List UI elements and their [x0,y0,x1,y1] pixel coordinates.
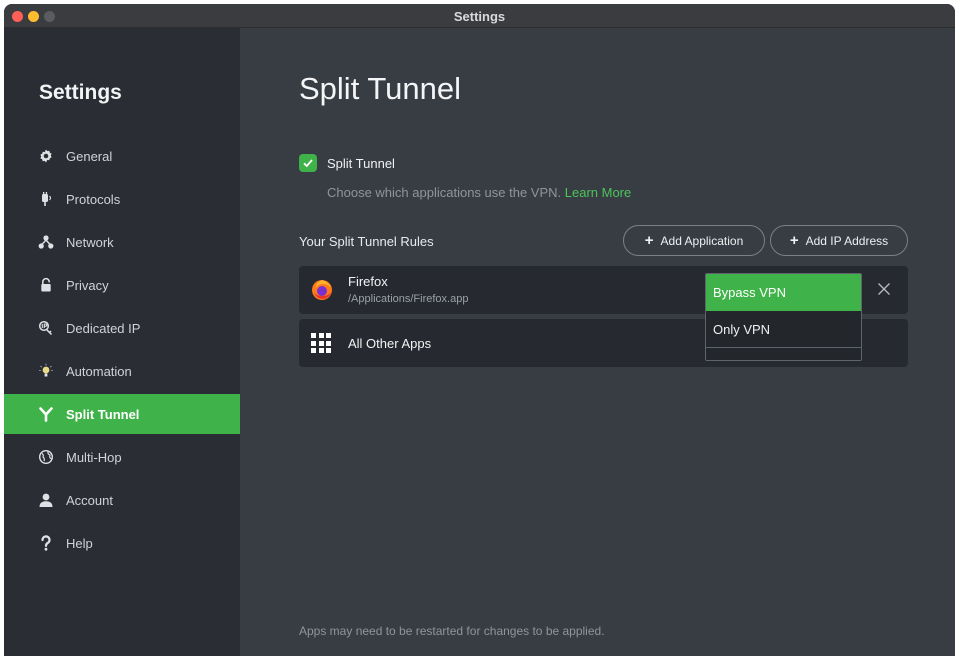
sidebar-item-split-tunnel[interactable]: Split Tunnel [4,394,240,434]
add-ip-address-button[interactable]: + Add IP Address [770,225,908,256]
dedicated-ip-icon [36,318,56,338]
remove-rule-button[interactable] [875,280,893,298]
plus-icon: + [789,232,799,249]
vpn-mode-dropdown[interactable]: Bypass VPN Only VPN [705,273,862,361]
sidebar-item-account[interactable]: Account [4,480,240,520]
sidebar-item-label: Account [66,492,113,508]
checkmark-icon [303,159,313,168]
add-ip-address-label: Add IP Address [805,233,889,248]
sidebar-title: Settings [39,81,122,104]
sidebar-item-label: Protocols [66,191,121,207]
sidebar-item-dedicated-ip[interactable]: Dedicated IP [4,308,240,348]
sidebar-item-help[interactable]: Help [4,523,240,563]
question-icon [36,533,56,553]
sidebar-item-label: Network [66,234,114,250]
split-tunnel-description: Choose which applications use the VPN. L… [327,185,631,200]
sidebar-item-label: Automation [66,363,132,379]
gear-icon [36,146,56,166]
add-application-label: Add Application [660,233,744,248]
grid-icon [311,333,331,353]
close-icon [878,283,890,295]
plus-icon: + [644,232,654,249]
rule-app-name: All Other Apps [348,336,432,351]
title-bar: Settings [4,4,955,28]
main-panel: Split Tunnel Split Tunnel Choose which a… [240,28,955,656]
sidebar-item-automation[interactable]: Automation [4,351,240,391]
sidebar-item-label: Help [66,535,93,551]
firefox-icon [311,279,333,301]
sidebar-item-label: Dedicated IP [66,320,141,336]
description-text: Choose which applications use the VPN. [327,185,562,200]
dropdown-option-only-vpn[interactable]: Only VPN [706,311,861,348]
page-title: Split Tunnel [299,71,461,106]
split-tunnel-checkbox[interactable] [299,154,317,172]
sidebar-item-label: Split Tunnel [66,406,140,422]
person-icon [36,490,56,510]
sidebar: Settings General Protocols Network Priva… [4,28,240,656]
window-title: Settings [453,9,506,24]
split-tunnel-rules-label: Your Split Tunnel Rules [299,234,434,249]
sidebar-item-protocols[interactable]: Protocols [4,179,240,219]
sidebar-item-label: Privacy [66,277,109,293]
sidebar-item-multi-hop[interactable]: Multi-Hop [4,437,240,477]
restart-note: Apps may need to be restarted for change… [299,624,605,638]
sidebar-item-privacy[interactable]: Privacy [4,265,240,305]
dropdown-option-bypass-vpn[interactable]: Bypass VPN [706,274,861,311]
sidebar-item-network[interactable]: Network [4,222,240,262]
network-icon [36,232,56,252]
protocols-icon [36,189,56,209]
split-tunnel-icon [36,404,56,424]
rule-app-name: Firefox [348,274,388,289]
sidebar-item-label: Multi-Hop [66,449,122,465]
learn-more-link[interactable]: Learn More [565,185,631,200]
automation-icon [36,361,56,381]
rule-app-path: /Applications/Firefox.app [348,293,469,305]
lock-icon [36,275,56,295]
sidebar-item-general[interactable]: General [4,136,240,176]
split-tunnel-checkbox-label[interactable]: Split Tunnel [327,156,395,171]
add-application-button[interactable]: + Add Application [623,225,765,256]
sidebar-item-label: General [66,148,113,164]
globe-icon [36,447,56,467]
settings-window: Settings Settings General Protocols Netw… [4,4,955,656]
